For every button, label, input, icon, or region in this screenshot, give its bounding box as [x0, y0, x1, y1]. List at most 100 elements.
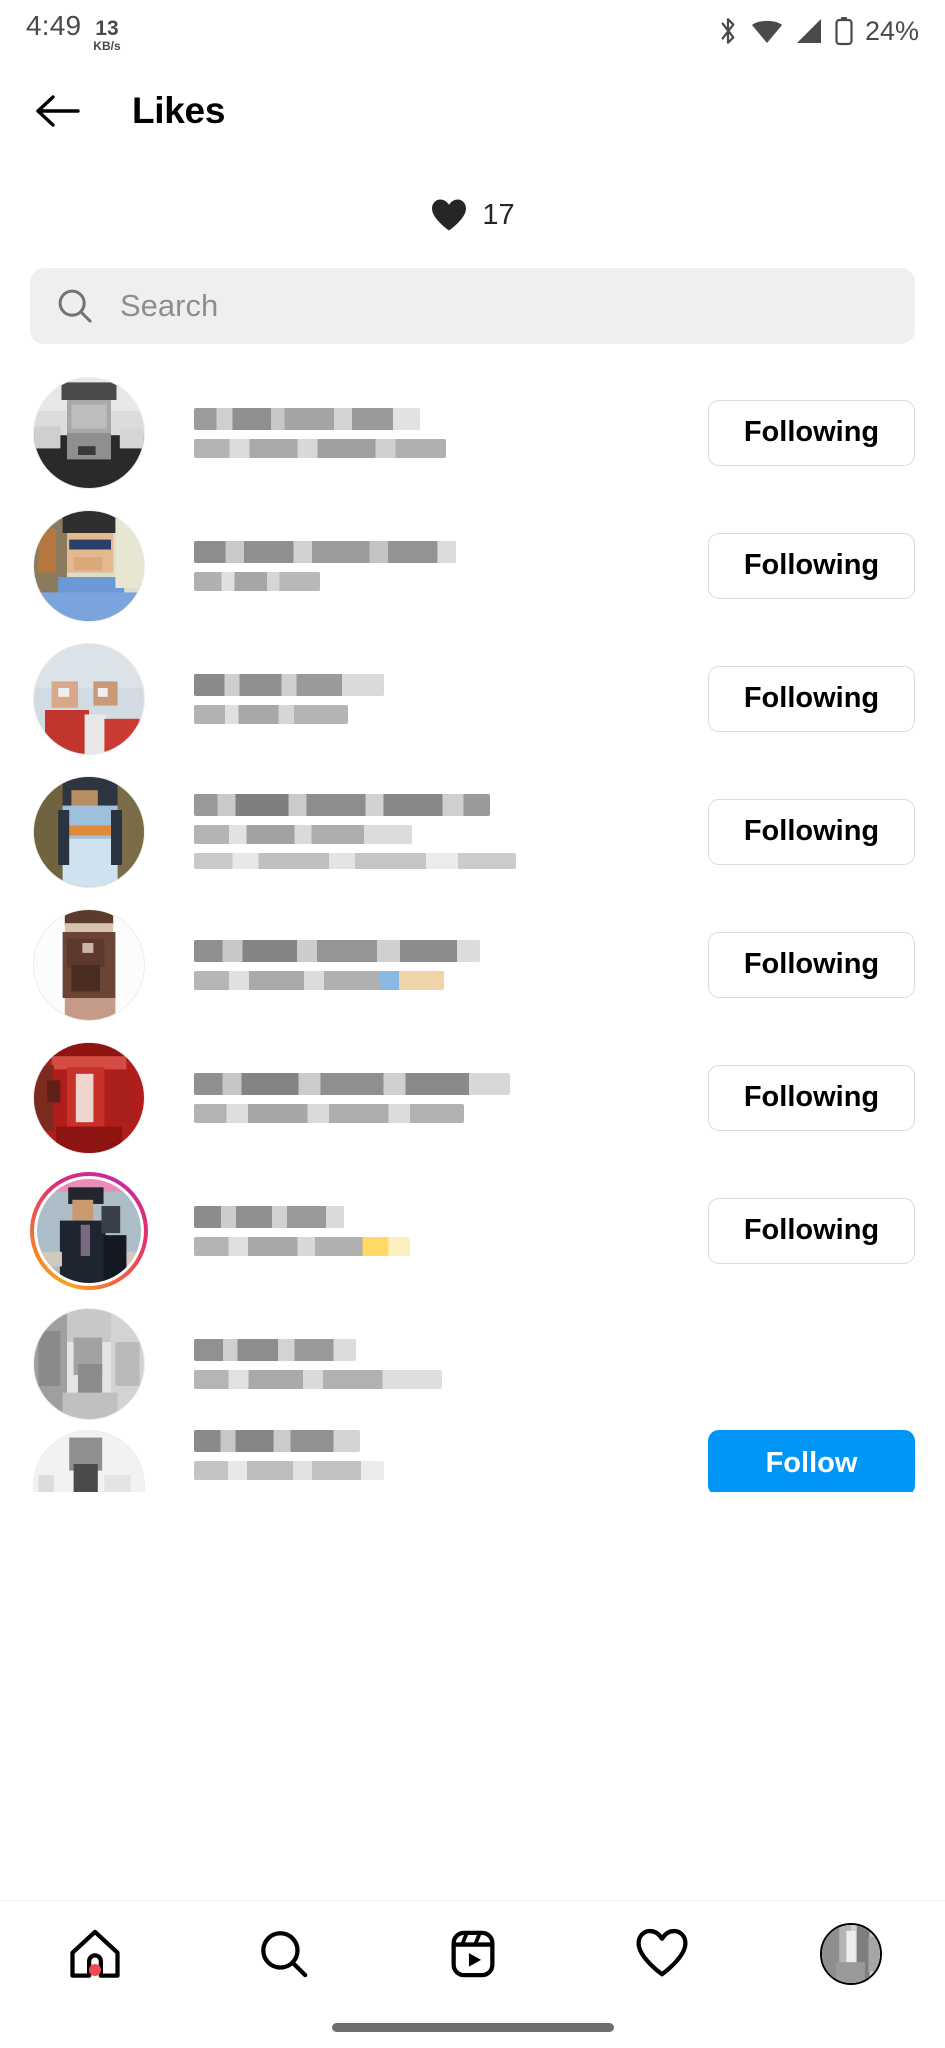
- list-item[interactable]: Following: [0, 366, 945, 499]
- fullname-redacted: [194, 571, 320, 591]
- fullname-redacted: [194, 1461, 384, 1480]
- avatar[interactable]: [30, 1305, 148, 1423]
- nav-reels[interactable]: [378, 1901, 567, 2006]
- user-text-block: [148, 540, 694, 591]
- follow-button-cell: Following: [694, 1064, 915, 1131]
- status-bar: 4:49 13 KB/s 24%: [0, 0, 945, 62]
- network-speed-value: 13: [95, 17, 119, 40]
- battery-icon: [835, 17, 853, 46]
- user-text-block: [148, 1072, 694, 1123]
- following-button[interactable]: Following: [708, 665, 915, 732]
- home-notification-badge: [88, 1964, 101, 1976]
- fullname-redacted: [194, 1103, 464, 1123]
- search-input[interactable]: Search: [30, 268, 915, 344]
- search-icon: [260, 1930, 307, 1977]
- heart-outline-icon: [635, 1928, 688, 1976]
- battery-percentage: 24%: [864, 15, 919, 46]
- avatar-image-redacted: [34, 909, 144, 1020]
- like-summary: 17: [0, 160, 945, 256]
- username-redacted: [194, 1338, 356, 1361]
- home-indicator-area: [0, 2006, 945, 2048]
- status-bar-clock: 4:49: [26, 10, 82, 41]
- user-text-block: [148, 1205, 694, 1256]
- nav-search[interactable]: [189, 1901, 378, 2006]
- profile-avatar-icon: [819, 1922, 882, 1985]
- follow-button-cell: Following: [694, 931, 915, 998]
- avatar[interactable]: [30, 507, 148, 625]
- username-redacted: [194, 1205, 344, 1228]
- avatar[interactable]: [30, 1039, 148, 1157]
- username-redacted: [194, 1430, 360, 1452]
- avatar[interactable]: [30, 640, 148, 758]
- following-button[interactable]: Following: [708, 931, 915, 998]
- username-redacted: [194, 1072, 510, 1095]
- avatar-image-redacted: [34, 1042, 144, 1153]
- fullname-redacted: [194, 1236, 410, 1256]
- follow-button[interactable]: Follow: [708, 1430, 915, 1492]
- bottom-navigation-bar: [0, 1900, 945, 2048]
- network-speed-unit: KB/s: [93, 39, 121, 53]
- following-button[interactable]: Following: [708, 1064, 915, 1131]
- nav-home[interactable]: [0, 1901, 189, 2006]
- list-item[interactable]: Following: [0, 765, 945, 898]
- avatar[interactable]: [30, 374, 148, 492]
- following-button[interactable]: Following: [708, 532, 915, 599]
- back-button[interactable]: [30, 84, 84, 138]
- page-title: Likes: [132, 90, 226, 131]
- avatar[interactable]: [30, 1430, 148, 1492]
- user-text-block: [148, 1338, 901, 1389]
- username-redacted: [194, 407, 420, 430]
- avatar-image-redacted: [37, 1178, 141, 1283]
- cellular-signal-icon: [796, 19, 821, 43]
- avatar[interactable]: [30, 773, 148, 891]
- fullname-redacted: [194, 970, 444, 990]
- avatar-image-redacted: [34, 1431, 144, 1492]
- avatar-image-redacted: [34, 776, 144, 887]
- follow-button-cell: Following: [694, 532, 915, 599]
- story-ring: [30, 1171, 148, 1290]
- avatar-image-redacted: [34, 1308, 144, 1419]
- list-item[interactable]: Following: [0, 632, 945, 765]
- nav-profile[interactable]: [756, 1901, 945, 2006]
- status-bar-left: 4:49 13 KB/s: [26, 10, 121, 52]
- user-text-block: [148, 407, 694, 458]
- home-indicator[interactable]: [331, 2022, 614, 2032]
- reels-icon: [451, 1930, 494, 1977]
- avatar-image-redacted: [34, 643, 144, 754]
- follow-button-cell: Following: [694, 1197, 915, 1264]
- fullname-redacted: [194, 1369, 442, 1389]
- like-count: 17: [482, 198, 515, 231]
- list-item[interactable]: Following: [0, 1164, 945, 1297]
- username-redacted: [194, 939, 480, 962]
- following-button[interactable]: Following: [708, 399, 915, 466]
- avatar-image-redacted: [34, 510, 144, 621]
- user-text-block: [148, 794, 694, 869]
- back-arrow-icon: [36, 95, 80, 127]
- fullname-redacted: [194, 704, 348, 724]
- follow-button-cell: Follow: [694, 1430, 915, 1492]
- user-text-block: [148, 1430, 694, 1480]
- list-item[interactable]: Following: [0, 1031, 945, 1164]
- list-item[interactable]: [0, 1297, 945, 1430]
- nav-activity[interactable]: [567, 1901, 756, 2006]
- username-redacted: [194, 794, 490, 816]
- search-section: Search: [0, 256, 945, 344]
- fullname-redacted: [194, 438, 446, 458]
- follow-button-cell: Following: [694, 399, 915, 466]
- username-redacted: [194, 673, 384, 696]
- list-item[interactable]: Following: [0, 499, 945, 632]
- avatar-image-redacted: [821, 1924, 880, 1983]
- list-item[interactable]: Follow: [0, 1430, 945, 1492]
- avatar[interactable]: [30, 906, 148, 1024]
- followed-by-redacted: [194, 853, 516, 869]
- network-speed-indicator: 13 KB/s: [93, 18, 120, 52]
- bluetooth-icon: [721, 18, 735, 44]
- following-button[interactable]: Following: [708, 1197, 915, 1264]
- wifi-icon: [751, 20, 782, 43]
- avatar[interactable]: [30, 1171, 148, 1290]
- list-item[interactable]: Following: [0, 898, 945, 1031]
- app-header: Likes: [0, 62, 945, 160]
- following-button[interactable]: Following: [708, 798, 915, 865]
- likes-user-list[interactable]: Following Following Following Following …: [0, 366, 945, 1492]
- follow-button-cell: Following: [694, 798, 915, 865]
